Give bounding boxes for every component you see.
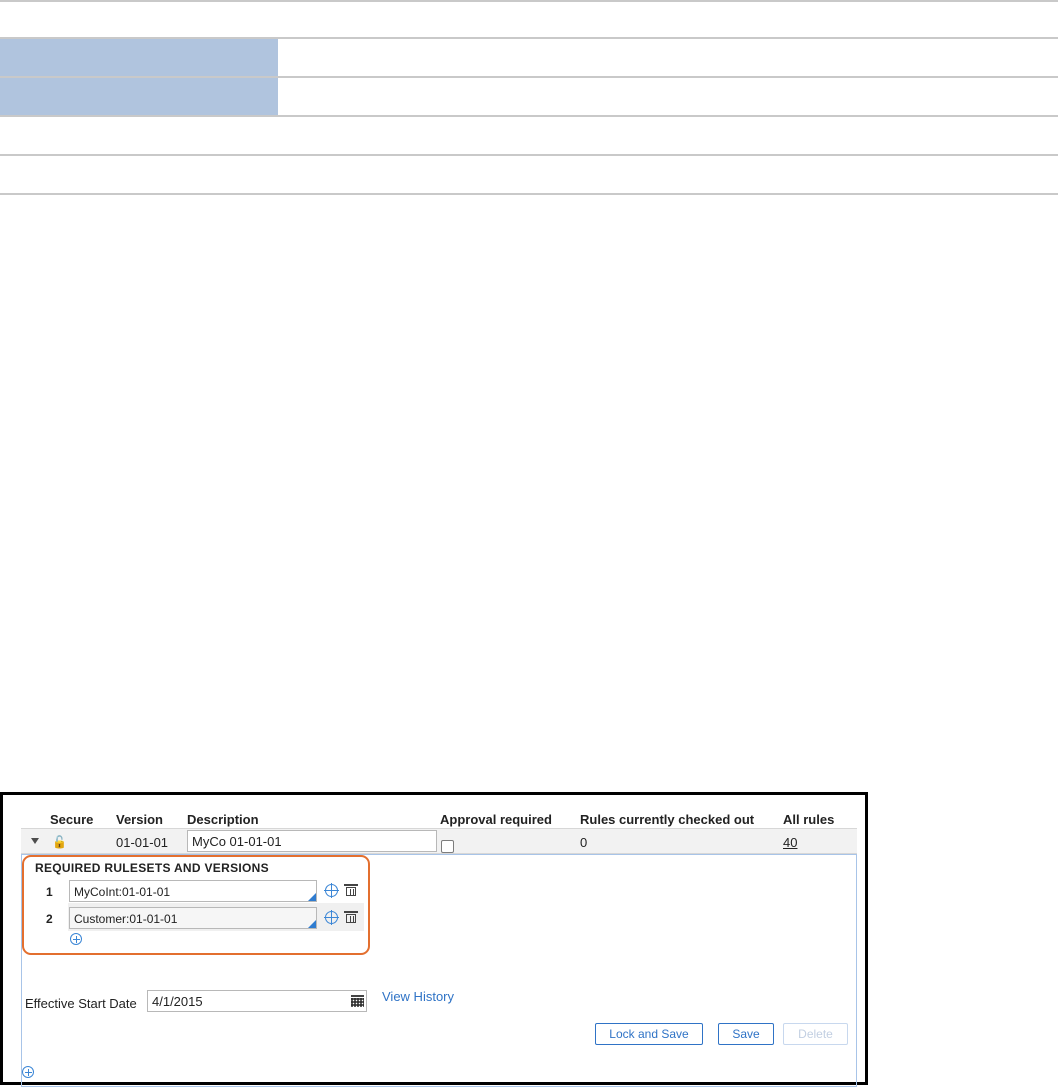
effective-start-date-label: Effective Start Date [25, 996, 137, 1011]
delete-button[interactable]: Delete [783, 1023, 848, 1045]
header-rules-checked-out: Rules currently checked out [580, 812, 755, 827]
header-description: Description [187, 812, 259, 827]
ruleset-field[interactable]: MyCoInt:01-01-01 [69, 880, 317, 902]
description-field[interactable]: MyCo 01-01-01 [187, 830, 437, 852]
table-row: 🔓 01-01-01 0 40 [21, 829, 857, 854]
header-approval-required: Approval required [440, 812, 552, 827]
divider [0, 0, 1058, 2]
header-all-rules: All rules [783, 812, 835, 827]
save-button[interactable]: Save [718, 1023, 774, 1045]
ruleset-index: 1 [46, 885, 53, 899]
ruleset-value: MyCoInt:01-01-01 [74, 885, 171, 899]
calendar-icon[interactable] [351, 995, 364, 1007]
lock-open-icon[interactable]: 🔓 [52, 835, 67, 849]
crosshair-icon[interactable] [324, 910, 339, 925]
lock-and-save-button[interactable]: Lock and Save [595, 1023, 703, 1045]
effective-start-date-field[interactable]: 4/1/2015 [147, 990, 367, 1012]
required-rulesets-title: REQUIRED RULESETS AND VERSIONS [35, 861, 269, 875]
table-header: Secure Version Description Approval requ… [3, 795, 865, 829]
header-version: Version [116, 812, 163, 827]
effective-start-date-value: 4/1/2015 [152, 994, 203, 1009]
add-ruleset-icon[interactable] [70, 933, 82, 945]
highlight-cell [0, 39, 278, 76]
required-rulesets-callout: REQUIRED RULESETS AND VERSIONS 1 MyCoInt… [22, 855, 370, 955]
trash-icon[interactable] [344, 884, 358, 896]
autocomplete-corner-icon [308, 893, 316, 901]
header-secure: Secure [50, 812, 94, 827]
view-history-link[interactable]: View History [382, 989, 454, 1004]
ruleset-value: Customer:01-01-01 [74, 912, 178, 926]
approval-required-checkbox[interactable] [441, 840, 454, 853]
ruleset-index: 2 [46, 912, 53, 926]
highlight-cell [0, 78, 278, 115]
versions-panel-screenshot: Secure Version Description Approval requ… [0, 792, 868, 1087]
version-value: 01-01-01 [116, 835, 169, 850]
trash-icon[interactable] [344, 911, 358, 923]
crosshair-icon[interactable] [324, 883, 339, 898]
all-rules-link[interactable]: 40 [783, 835, 797, 850]
ruleset-field[interactable]: Customer:01-01-01 [69, 907, 317, 929]
divider [0, 115, 1058, 117]
divider [0, 193, 1058, 195]
autocomplete-corner-icon [308, 920, 316, 928]
divider [0, 154, 1058, 156]
expand-collapse-icon[interactable] [31, 838, 39, 844]
add-version-icon[interactable] [22, 1066, 34, 1078]
rules-checked-out-value: 0 [580, 835, 588, 850]
